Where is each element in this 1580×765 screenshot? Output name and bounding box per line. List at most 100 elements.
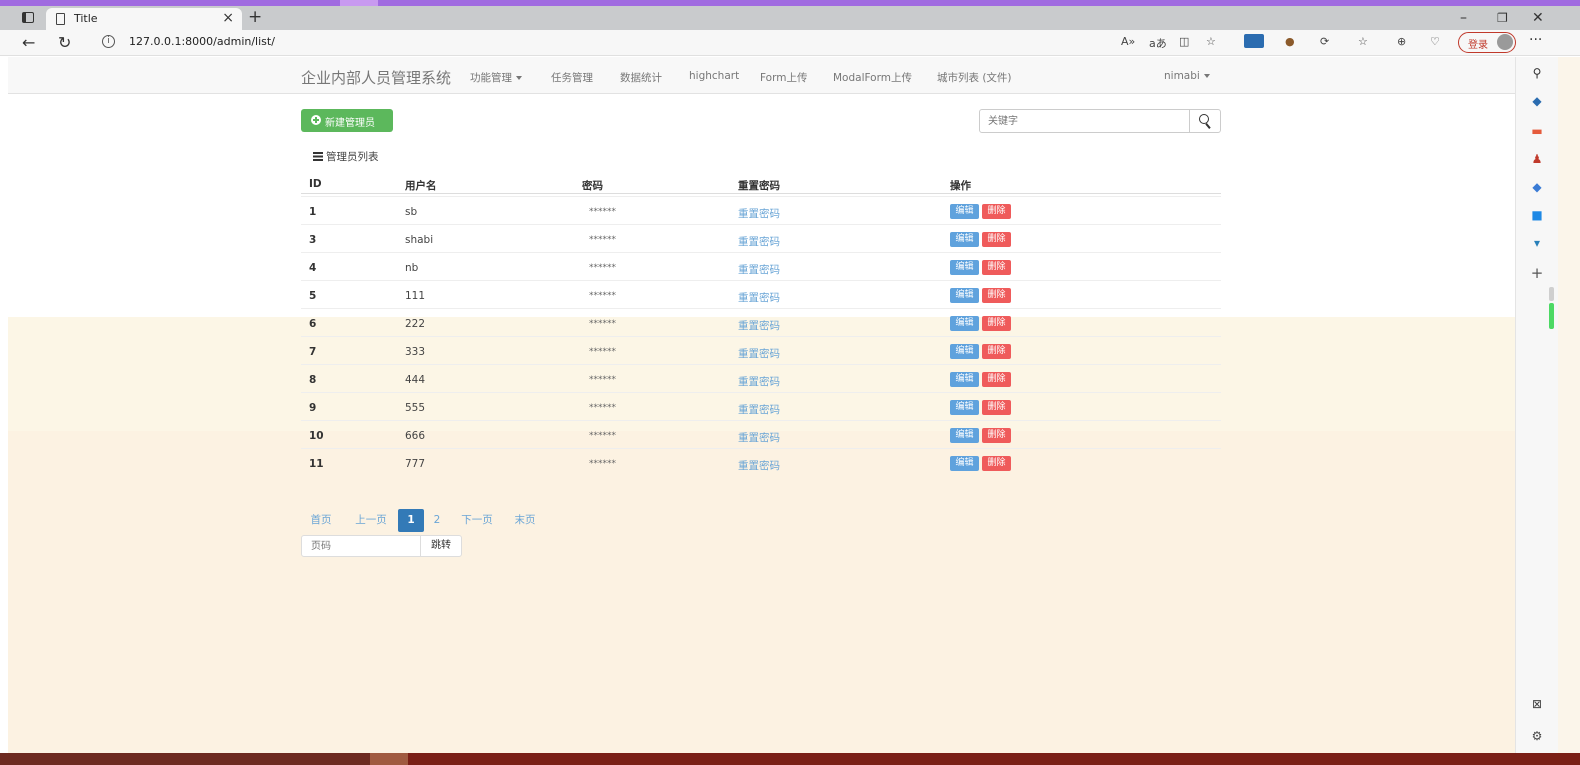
extension-badge-icon[interactable] <box>1244 34 1264 48</box>
reset-password-link[interactable]: 重置密码 <box>738 290 780 305</box>
scroll-thumb <box>1549 287 1554 301</box>
reset-password-link[interactable]: 重置密码 <box>738 234 780 249</box>
login-button[interactable]: 登录 <box>1458 32 1516 53</box>
search-button[interactable] <box>1189 109 1221 133</box>
table-row: 9 555 ****** 重置密码 编辑 删除 <box>301 392 1221 420</box>
browser-tab[interactable]: Title × <box>46 8 242 30</box>
reader-view-icon[interactable]: ◫ <box>1179 35 1189 48</box>
favorite-star-icon[interactable]: ☆ <box>1206 35 1216 48</box>
collections-icon[interactable]: ⊕ <box>1397 35 1406 48</box>
reset-password-link[interactable]: 重置密码 <box>738 374 780 389</box>
edit-button[interactable]: 编辑 <box>950 316 979 331</box>
toolbox-icon[interactable]: ▬ <box>1530 125 1544 137</box>
edit-button[interactable]: 编辑 <box>950 456 979 471</box>
shopping-tag-icon[interactable]: ◆ <box>1530 95 1544 107</box>
page-jump-input[interactable] <box>301 535 421 557</box>
plus-circle-icon <box>311 115 321 125</box>
restore-icon[interactable]: ❐ <box>1497 11 1508 25</box>
sidebar-scroll-indicator[interactable] <box>1549 287 1554 329</box>
delete-button[interactable]: 删除 <box>982 344 1011 359</box>
minimize-icon[interactable]: – <box>1460 10 1467 26</box>
page-number-current[interactable]: 1 <box>398 509 424 532</box>
delete-button[interactable]: 删除 <box>982 428 1011 443</box>
table-header-divider <box>301 193 1221 194</box>
translate-icon[interactable]: aあ <box>1149 35 1167 51</box>
cookie-icon[interactable]: ● <box>1285 35 1295 48</box>
site-info-icon[interactable]: i <box>102 35 115 48</box>
edit-button[interactable]: 编辑 <box>950 372 979 387</box>
delete-button[interactable]: 删除 <box>982 288 1011 303</box>
nav-function-menu[interactable]: 功能管理 <box>470 70 522 85</box>
edit-button[interactable]: 编辑 <box>950 400 979 415</box>
search-input[interactable] <box>979 109 1190 133</box>
row-id: 8 <box>309 374 317 386</box>
page-jump-button[interactable]: 跳转 <box>420 535 462 557</box>
nav-highchart[interactable]: highchart <box>689 70 739 82</box>
edit-button[interactable]: 编辑 <box>950 260 979 275</box>
page-scrollbar[interactable] <box>1558 57 1580 753</box>
nav-city-list[interactable]: 城市列表 (文件) <box>937 70 1012 85</box>
url-field[interactable]: i 127.0.0.1:8000/admin/list/ <box>92 32 1112 53</box>
people-icon[interactable]: ♟ <box>1530 153 1544 165</box>
office-icon[interactable]: ◆ <box>1530 181 1544 193</box>
reset-password-link[interactable]: 重置密码 <box>738 402 780 417</box>
performance-icon[interactable]: ♡ <box>1430 35 1440 48</box>
reset-password-link[interactable]: 重置密码 <box>738 430 780 445</box>
brand-title[interactable]: 企业内部人员管理系统 <box>301 67 451 88</box>
table-row: 11 777 ****** 重置密码 编辑 删除 <box>301 448 1221 476</box>
row-id: 6 <box>309 318 317 330</box>
back-icon[interactable]: ← <box>22 33 35 52</box>
caret-down-icon <box>516 76 522 80</box>
page-last[interactable]: 末页 <box>506 509 544 532</box>
new-admin-button[interactable]: 新建管理员 <box>301 109 393 132</box>
new-tab-icon[interactable]: + <box>248 7 262 27</box>
screenshot-icon[interactable]: ⊠ <box>1530 698 1544 710</box>
nav-modalform-upload[interactable]: ModalForm上传 <box>833 70 912 85</box>
gear-icon[interactable]: ⚙ <box>1530 730 1544 742</box>
nav-stats[interactable]: 数据统计 <box>620 70 662 85</box>
row-username: shabi <box>405 234 434 246</box>
delete-button[interactable]: 删除 <box>982 260 1011 275</box>
reset-password-link[interactable]: 重置密码 <box>738 262 780 277</box>
row-username: 666 <box>405 430 426 442</box>
page-next[interactable]: 下一页 <box>452 509 502 532</box>
extensions-icon[interactable]: ⟳ <box>1320 35 1329 48</box>
add-icon[interactable]: + <box>1530 266 1544 281</box>
reset-password-link[interactable]: 重置密码 <box>738 458 780 473</box>
page-number[interactable]: 2 <box>426 509 448 532</box>
drop-icon[interactable]: ▾ <box>1530 237 1544 249</box>
delete-button[interactable]: 删除 <box>982 456 1011 471</box>
nav-form-upload[interactable]: Form上传 <box>760 70 807 85</box>
edit-button[interactable]: 编辑 <box>950 344 979 359</box>
edit-button[interactable]: 编辑 <box>950 288 979 303</box>
nav-task[interactable]: 任务管理 <box>551 70 593 85</box>
reset-password-link[interactable]: 重置密码 <box>738 346 780 361</box>
favorites-icon[interactable]: ☆ <box>1358 35 1368 48</box>
row-username: nb <box>405 262 419 274</box>
reset-password-link[interactable]: 重置密码 <box>738 318 780 333</box>
close-window-icon[interactable]: ✕ <box>1532 10 1544 26</box>
more-options-icon[interactable]: ··· <box>1529 32 1542 48</box>
row-id: 10 <box>309 430 324 442</box>
row-id: 9 <box>309 402 317 414</box>
page-prev[interactable]: 上一页 <box>346 509 396 532</box>
reset-password-link[interactable]: 重置密码 <box>738 206 780 221</box>
read-aloud-icon[interactable]: A» <box>1121 35 1135 48</box>
delete-button[interactable]: 删除 <box>982 400 1011 415</box>
delete-button[interactable]: 删除 <box>982 372 1011 387</box>
delete-button[interactable]: 删除 <box>982 316 1011 331</box>
edit-button[interactable]: 编辑 <box>950 428 979 443</box>
tab-actions-icon[interactable] <box>22 12 34 23</box>
delete-button[interactable]: 删除 <box>982 204 1011 219</box>
list-icon <box>313 152 323 161</box>
page-first[interactable]: 首页 <box>304 509 338 532</box>
refresh-icon[interactable]: ↻ <box>58 33 71 52</box>
edit-button[interactable]: 编辑 <box>950 204 979 219</box>
outlook-icon[interactable]: ■ <box>1530 209 1544 221</box>
nav-user-menu[interactable]: nimabi <box>1164 70 1210 82</box>
close-tab-icon[interactable]: × <box>222 10 234 26</box>
edit-button[interactable]: 编辑 <box>950 232 979 247</box>
search-icon[interactable]: ⚲ <box>1530 67 1544 79</box>
delete-button[interactable]: 删除 <box>982 232 1011 247</box>
table-row: 4 nb ****** 重置密码 编辑 删除 <box>301 252 1221 280</box>
